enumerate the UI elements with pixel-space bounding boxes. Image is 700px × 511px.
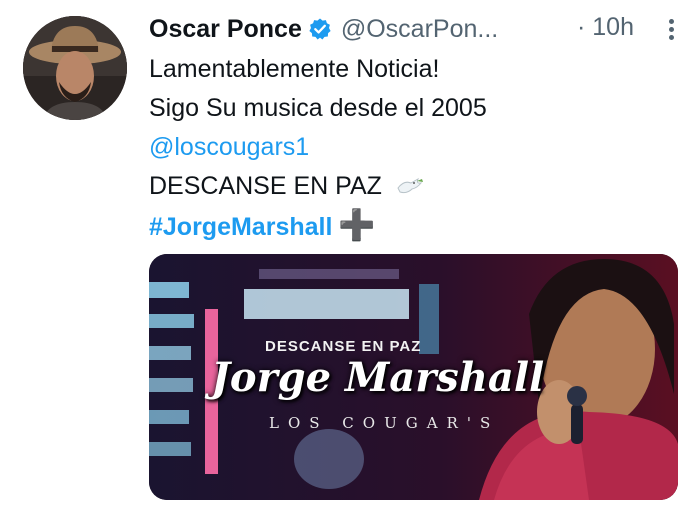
mention-link[interactable]: @loscougars1 bbox=[149, 133, 309, 161]
tweet-line-1: Lamentablemente Noticia! bbox=[149, 55, 440, 83]
hashtag-link[interactable]: #JorgeMarshall bbox=[149, 213, 332, 241]
media-title: Jorge Marshall bbox=[211, 354, 545, 401]
tweet-timestamp[interactable]: · 10h bbox=[577, 13, 634, 42]
author-name[interactable]: Oscar Ponce bbox=[149, 15, 302, 44]
tweet-text: Lamentablemente Noticia! Sigo Su musica … bbox=[149, 50, 487, 245]
tweet-media-image[interactable]: DESCANSE EN PAZ Jorge Marshall LOS COUGA… bbox=[149, 254, 678, 500]
media-subtitle: DESCANSE EN PAZ bbox=[265, 338, 422, 355]
media-band-name: LOS COUGAR'S bbox=[269, 414, 500, 432]
avatar-image bbox=[23, 16, 127, 120]
plus-emoji: ➕ bbox=[338, 209, 376, 242]
tweet-header: Oscar Ponce @OscarPon... · 10h bbox=[149, 12, 679, 46]
tweet-line-2: Sigo Su musica desde el 2005 bbox=[149, 94, 487, 122]
author-handle[interactable]: @OscarPon... bbox=[341, 15, 498, 44]
author-avatar[interactable] bbox=[23, 16, 127, 120]
dove-emoji-icon bbox=[397, 178, 423, 194]
tweet-line-4: DESCANSE EN PAZ bbox=[149, 172, 382, 200]
verified-badge-icon bbox=[309, 18, 331, 40]
more-vertical-icon[interactable] bbox=[667, 17, 675, 43]
